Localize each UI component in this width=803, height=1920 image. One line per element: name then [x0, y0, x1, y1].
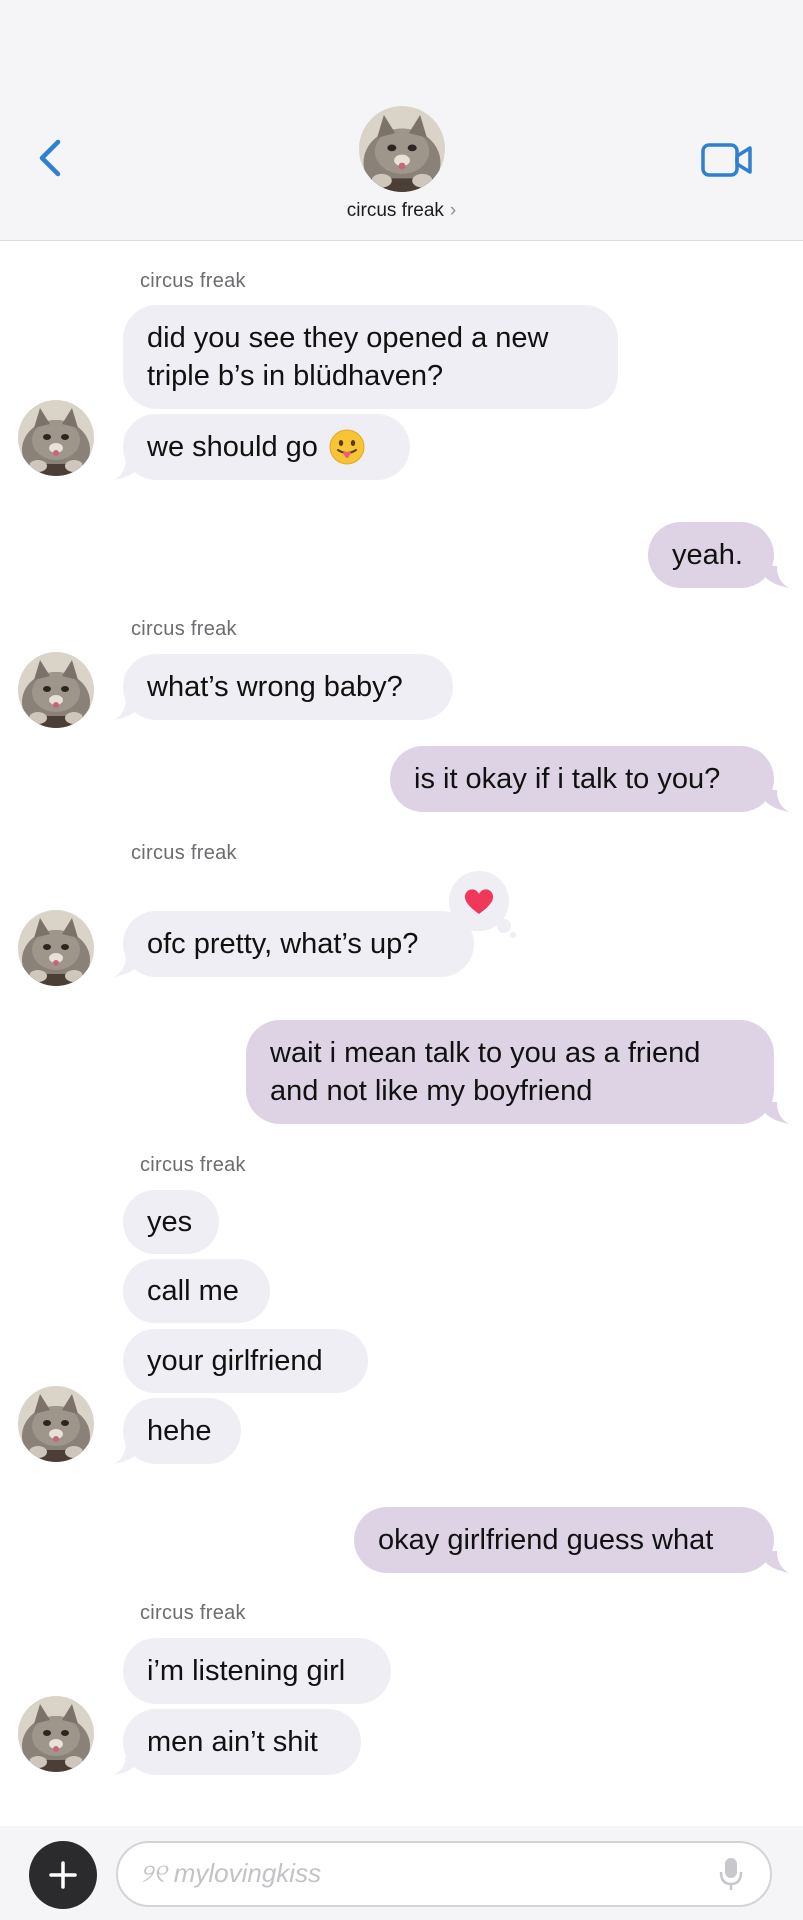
incoming-message[interactable]: ofc pretty, what’s up? — [123, 911, 474, 977]
avatar[interactable] — [18, 910, 94, 986]
sender-name: circus freak — [131, 618, 237, 640]
video-camera-icon — [701, 143, 752, 177]
sender-name: circus freak — [131, 842, 237, 864]
bubble-tail — [112, 955, 142, 977]
outgoing-message[interactable]: okay girlfriend guess what — [354, 1507, 774, 1573]
chevron-left-icon — [39, 139, 61, 177]
incoming-message[interactable]: men ain’t shit — [123, 1709, 361, 1775]
incoming-message[interactable]: we should go — [123, 414, 410, 480]
outgoing-message[interactable]: is it okay if i talk to you? — [390, 746, 774, 812]
bubble-tail — [761, 566, 791, 588]
contact-name: circus freak — [346, 200, 444, 221]
bubble-tail — [112, 1442, 142, 1464]
bubble-tail — [112, 458, 142, 480]
incoming-message[interactable]: call me — [123, 1259, 270, 1323]
contact-name-button[interactable]: circus freak › — [0, 200, 803, 222]
avatar[interactable] — [18, 1386, 94, 1462]
bubble-tail — [112, 698, 142, 720]
incoming-message[interactable]: i’m listening girl — [123, 1638, 391, 1704]
sender-name: circus freak — [140, 270, 246, 292]
microphone-icon[interactable] — [718, 1856, 744, 1892]
avatar[interactable] — [18, 1696, 94, 1772]
plus-icon — [49, 1861, 77, 1889]
chevron-right-icon: › — [449, 200, 457, 221]
outgoing-message[interactable]: wait i mean talk to you as a friend and … — [246, 1020, 774, 1124]
incoming-message[interactable]: did you see they opened a new triple b’s… — [123, 305, 618, 409]
incoming-message[interactable]: what’s wrong baby? — [123, 654, 453, 720]
bubble-tail — [761, 790, 791, 812]
bubble-tail — [112, 1753, 142, 1775]
bubble-tail — [761, 1551, 791, 1573]
sender-name: circus freak — [140, 1602, 246, 1624]
contact-avatar[interactable] — [359, 106, 445, 192]
incoming-message[interactable]: your girlfriend — [123, 1329, 368, 1393]
outgoing-message[interactable]: yeah. — [648, 522, 774, 588]
tongue-out-emoji-icon — [329, 429, 365, 465]
back-button[interactable] — [34, 136, 70, 180]
avatar[interactable] — [18, 652, 94, 728]
incoming-message[interactable]: yes — [123, 1190, 219, 1254]
avatar[interactable] — [18, 400, 94, 476]
sender-name: circus freak — [140, 1154, 246, 1176]
add-attachment-button[interactable] — [29, 1841, 97, 1909]
message-input-placeholder: ୨୧ mylovingkiss — [140, 1858, 322, 1888]
video-call-button[interactable] — [700, 140, 754, 180]
bubble-tail — [761, 1102, 791, 1124]
heart-reaction[interactable] — [448, 870, 516, 938]
